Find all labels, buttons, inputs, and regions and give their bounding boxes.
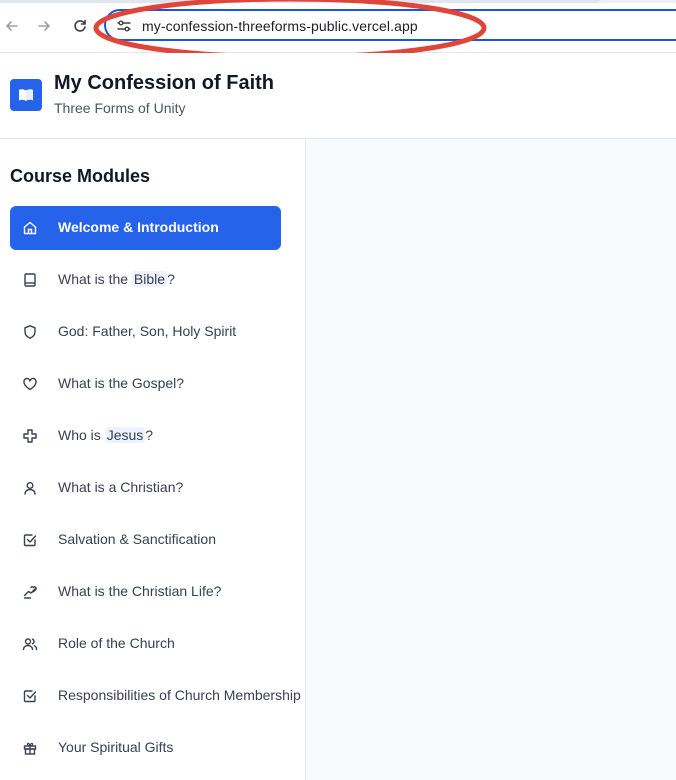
app-title: My Confession of Faith xyxy=(54,72,274,94)
check-square-icon xyxy=(22,688,38,704)
browser-toolbar: my-confession-threeforms-public.vercel.a… xyxy=(0,0,676,60)
module-label: What is a Christian? xyxy=(58,479,184,495)
home-icon xyxy=(22,220,38,236)
label-text: ? xyxy=(167,271,175,287)
reload-icon[interactable] xyxy=(68,14,92,38)
module-item-membership[interactable]: Responsibilities of Church Membership xyxy=(10,674,301,718)
module-label: Role of the Church xyxy=(58,635,175,651)
module-item-gifts[interactable]: Your Spiritual Gifts xyxy=(10,726,281,770)
module-label: What is the Christian Life? xyxy=(58,583,222,599)
module-label: Who is Jesus? xyxy=(58,427,153,443)
module-item-jesus[interactable]: Who is Jesus? xyxy=(10,414,281,458)
main-content xyxy=(306,139,676,780)
module-item-gospel[interactable]: What is the Gospel? xyxy=(10,362,281,406)
user-icon xyxy=(22,480,38,496)
book-icon xyxy=(22,272,38,288)
site-settings-icon[interactable] xyxy=(116,18,132,34)
app-subtitle: Three Forms of Unity xyxy=(54,100,186,116)
sidebar-heading: Course Modules xyxy=(10,166,151,186)
highlighted-word: Bible xyxy=(131,271,168,287)
module-item-christian[interactable]: What is a Christian? xyxy=(10,466,281,510)
highlighted-word: Jesus xyxy=(104,427,146,443)
module-label: Salvation & Sanctification xyxy=(58,531,216,547)
check-square-icon xyxy=(22,532,38,548)
address-bar[interactable]: my-confession-threeforms-public.vercel.a… xyxy=(104,9,676,41)
gift-icon xyxy=(22,740,38,756)
heart-icon xyxy=(22,376,38,392)
label-text: What is the xyxy=(58,271,132,287)
forward-arrow-icon[interactable] xyxy=(32,14,56,38)
back-arrow-icon[interactable] xyxy=(0,14,24,38)
module-label: Your Spiritual Gifts xyxy=(58,739,174,755)
module-list: Welcome & Introduction What is the Bible… xyxy=(10,206,305,778)
url-text[interactable]: my-confession-threeforms-public.vercel.a… xyxy=(142,18,418,34)
module-label: Responsibilities of Church Membership xyxy=(58,687,301,703)
module-label: What is the Bible? xyxy=(58,271,175,287)
module-item-salvation[interactable]: Salvation & Sanctification xyxy=(10,518,281,562)
module-item-church-role[interactable]: Role of the Church xyxy=(10,622,281,666)
cross-icon xyxy=(22,428,38,444)
tab-strip-edge xyxy=(0,0,676,3)
users-icon xyxy=(22,636,38,652)
app-header: My Confession of Faith Three Forms of Un… xyxy=(0,53,676,139)
label-text: ? xyxy=(145,427,154,443)
shield-icon xyxy=(22,324,38,340)
open-book-icon xyxy=(10,79,42,111)
module-label: Welcome & Introduction xyxy=(58,219,219,235)
module-item-welcome[interactable]: Welcome & Introduction xyxy=(10,206,281,250)
sidebar: Course Modules Welcome & Introduction Wh… xyxy=(0,139,306,780)
hand-heart-icon xyxy=(22,584,38,600)
module-item-god[interactable]: God: Father, Son, Holy Spirit xyxy=(10,310,281,354)
module-item-christian-life[interactable]: What is the Christian Life? xyxy=(10,570,281,614)
module-label: What is the Gospel? xyxy=(58,375,185,391)
label-text: Who is xyxy=(58,427,105,443)
module-item-bible[interactable]: What is the Bible? xyxy=(10,258,281,302)
module-label: God: Father, Son, Holy Spirit xyxy=(58,323,237,339)
